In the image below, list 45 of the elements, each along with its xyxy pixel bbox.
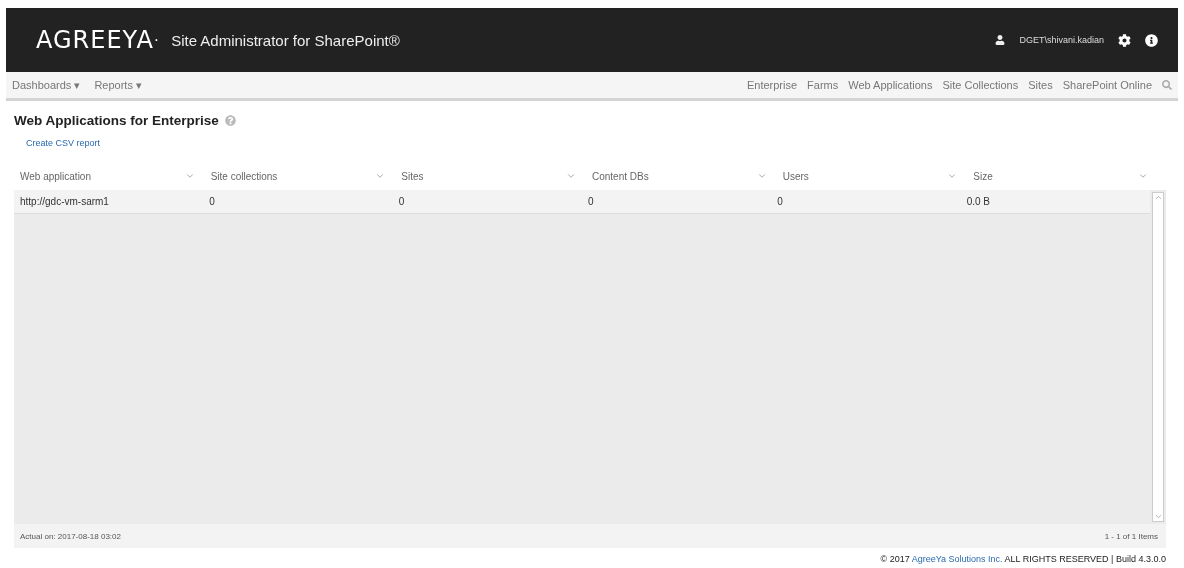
brand-mark: · bbox=[153, 31, 160, 49]
column-header[interactable]: Size bbox=[973, 170, 993, 182]
nav-link[interactable]: Sites bbox=[1028, 79, 1053, 91]
column-header[interactable]: Site collections bbox=[210, 170, 278, 182]
scroll-down-icon[interactable] bbox=[1153, 512, 1163, 521]
page-title: Web Applications for Enterprise bbox=[14, 113, 219, 128]
company-link[interactable]: AgreeYa Solutions Inc. bbox=[911, 554, 1003, 564]
settings-icon[interactable] bbox=[1118, 33, 1131, 47]
user-icon bbox=[995, 35, 1006, 45]
table-cell-text: 0 bbox=[208, 196, 216, 207]
chevron-icon[interactable] bbox=[184, 171, 195, 181]
csv-report-link[interactable]: Create CSV report bbox=[26, 138, 1166, 148]
chevron-icon[interactable] bbox=[1138, 171, 1148, 181]
search-icon[interactable] bbox=[1162, 80, 1172, 90]
column-header[interactable]: Web application bbox=[20, 170, 91, 182]
nav-link[interactable]: Site Collections bbox=[942, 79, 1019, 91]
nav-link[interactable]: SharePoint Online bbox=[1062, 79, 1152, 91]
column-header[interactable]: Sites bbox=[401, 170, 424, 182]
info-icon[interactable] bbox=[1145, 33, 1158, 47]
nav-link[interactable]: Web Applications bbox=[848, 79, 933, 91]
user-name[interactable]: DGET\shivani.kadian bbox=[1019, 35, 1104, 45]
product-name: Site Administrator for SharePoint® bbox=[171, 31, 400, 49]
table-cell-text: 0 bbox=[397, 196, 406, 207]
table-cell-text: http://gdc-vm-sarm1 bbox=[19, 196, 110, 207]
scroll-up-icon[interactable] bbox=[1153, 193, 1163, 202]
actual-on-text: Actual on: 2017-08-18 03:02 bbox=[20, 531, 121, 541]
column-header[interactable]: Content DBs bbox=[592, 170, 649, 182]
copyright-text: © 2017 AgreeYa Solutions Inc. ALL RIGHTS RESERVED | Build 4.3.0.0 bbox=[880, 554, 1166, 564]
nav-menu[interactable]: Dashboards ▾ bbox=[12, 78, 81, 92]
chevron-icon[interactable] bbox=[566, 171, 576, 181]
table-cell-text: 0.0 B bbox=[965, 196, 991, 207]
pager-text: 1 - 1 of 1 Items bbox=[1104, 531, 1158, 541]
table-row[interactable]: http://gdc-vm-sarm1 0 0 0 0 0.0 B bbox=[14, 190, 1150, 214]
table-cell-text: 0 bbox=[776, 196, 784, 207]
table-cell-text: 0 bbox=[587, 196, 595, 207]
nav-link[interactable]: Enterprise bbox=[746, 79, 798, 91]
nav-link[interactable]: Farms bbox=[807, 79, 839, 91]
nav-menu[interactable]: Reports ▾ bbox=[94, 78, 142, 92]
column-header[interactable]: Users bbox=[782, 170, 809, 182]
help-icon[interactable] bbox=[224, 115, 236, 126]
chevron-icon[interactable] bbox=[375, 171, 386, 181]
scrollbar[interactable] bbox=[1152, 192, 1164, 522]
brand-logo: AGREEYA bbox=[36, 26, 154, 54]
chevron-icon[interactable] bbox=[947, 171, 958, 181]
chevron-icon[interactable] bbox=[756, 171, 767, 181]
